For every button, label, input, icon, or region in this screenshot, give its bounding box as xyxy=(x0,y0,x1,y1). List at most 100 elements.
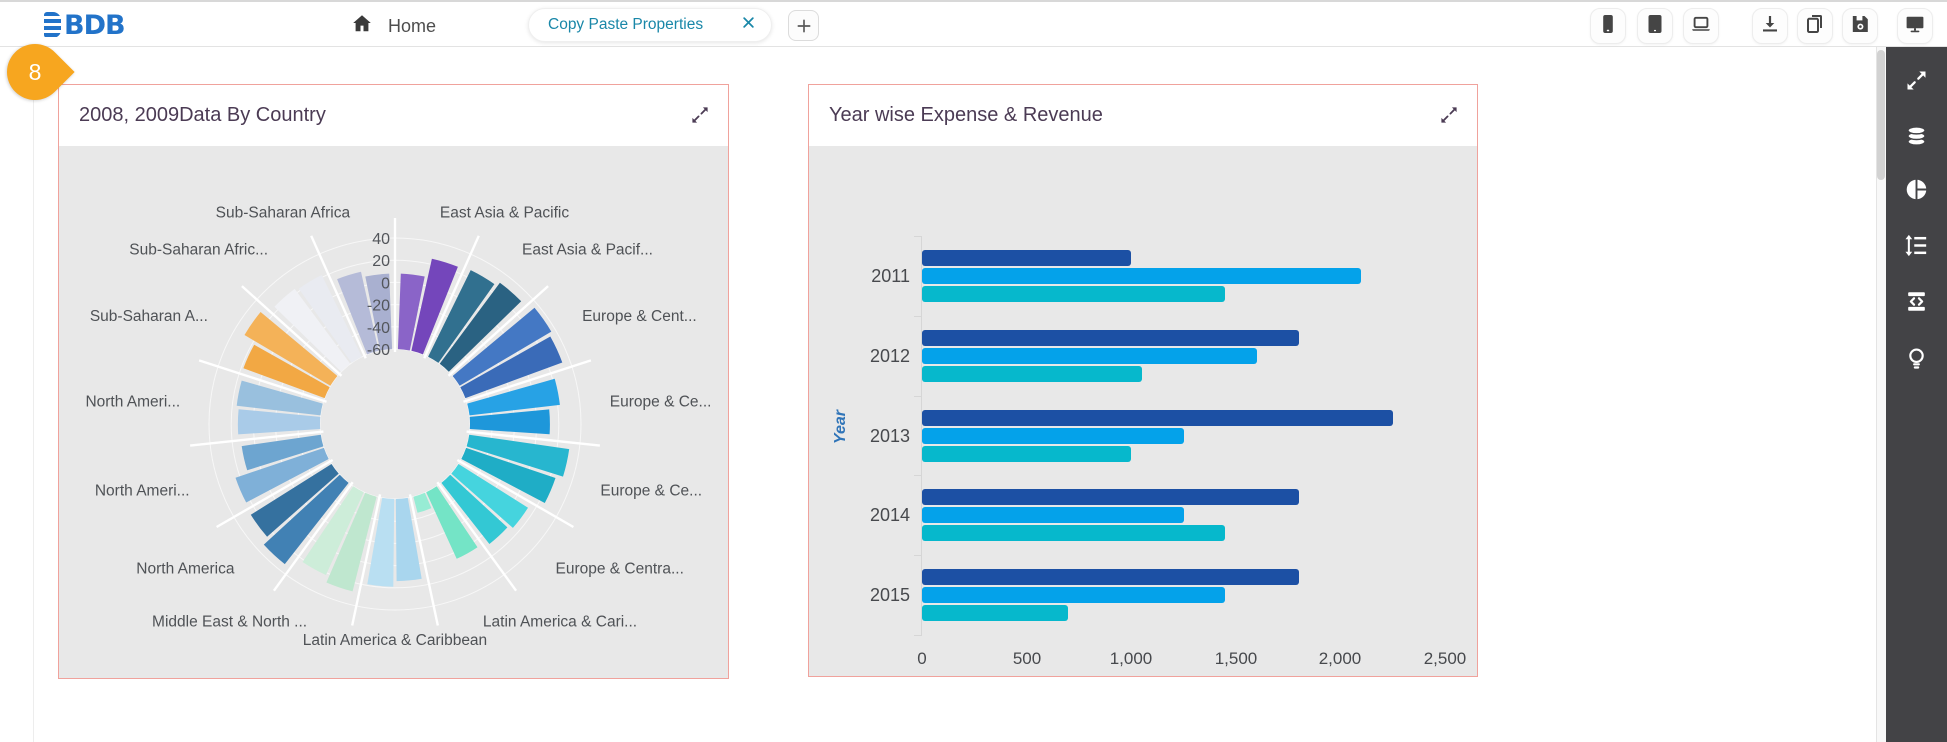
desktop-preview-icon xyxy=(1903,12,1927,41)
bar-x-tick: 2,500 xyxy=(1403,649,1477,669)
rose-category-label: Latin America & Caribbean xyxy=(303,632,487,649)
bar-segment[interactable] xyxy=(922,507,1184,523)
database-icon xyxy=(1903,123,1930,155)
download-button[interactable] xyxy=(1752,8,1788,44)
bar-y-axis-title: Year xyxy=(832,377,850,477)
rose-chart[interactable]: 40 20 0 -20 -40 -60 East Asia & Pacific East As… xyxy=(59,146,728,678)
close-tab-button[interactable] xyxy=(739,13,758,37)
rose-radial-tick: -60 xyxy=(367,342,390,359)
expand-button[interactable] xyxy=(1900,67,1932,99)
bar-segment[interactable] xyxy=(922,286,1225,302)
bar-chart[interactable]: 2011201220132014201505001,0001,5002,0002… xyxy=(809,146,1477,676)
bar-year-label: 2012 xyxy=(848,346,910,367)
bar-segment[interactable] xyxy=(922,587,1225,603)
copy-button[interactable] xyxy=(1797,8,1833,44)
bar-axis-tick xyxy=(914,396,922,397)
bar-x-tick: 2,000 xyxy=(1298,649,1382,669)
bdb-logo-icon xyxy=(44,12,61,38)
rose-chart-area: 40 20 0 -20 -40 -60 East Asia & Pacific East As… xyxy=(59,146,728,678)
code-component-button[interactable] xyxy=(1900,288,1932,320)
rose-category-label: Europe & Cent... xyxy=(582,308,697,325)
bar-segment[interactable] xyxy=(922,489,1299,505)
annotation-badge-number: 8 xyxy=(7,44,63,100)
dashboard-page: BDB Home Copy Paste Properties 8 2008, 2… xyxy=(0,0,1947,742)
rose-category-label: East Asia & Pacif... xyxy=(522,241,653,258)
vertical-scrollbar-thumb[interactable] xyxy=(1877,50,1885,180)
lightbulb-icon xyxy=(1903,345,1930,377)
rose-panel-title: 2008, 2009Data By Country xyxy=(79,85,326,146)
code-component-icon xyxy=(1903,288,1930,320)
rose-chart-panel: 2008, 2009Data By Country 40 20 0 -20 -40 -60… xyxy=(58,84,729,679)
bar-segment[interactable] xyxy=(922,366,1142,382)
rose-category-label: Sub-Saharan A... xyxy=(90,308,208,325)
bar-segment[interactable] xyxy=(922,268,1361,284)
rose-radial-tick: 0 xyxy=(381,275,390,292)
bdb-logo-text: BDB xyxy=(64,10,125,41)
bar-segment[interactable] xyxy=(922,525,1225,541)
lightbulb-button[interactable] xyxy=(1900,345,1932,377)
rose-expand-button[interactable] xyxy=(684,99,716,131)
rose-radial-tick: 40 xyxy=(372,231,390,248)
download-icon xyxy=(1758,12,1782,41)
bar-segment[interactable] xyxy=(922,410,1393,426)
rose-category-label: Europe & Ce... xyxy=(600,483,702,500)
rose-grid-circle xyxy=(320,349,470,499)
bar-segment[interactable] xyxy=(922,330,1299,346)
bar-axis-tick xyxy=(914,555,922,556)
bar-x-tick: 1,000 xyxy=(1089,649,1173,669)
pie-chart-button[interactable] xyxy=(1900,176,1932,208)
dashboard-tab-label: Copy Paste Properties xyxy=(548,16,703,34)
expand-icon xyxy=(1903,67,1930,99)
left-rail-divider xyxy=(33,47,34,742)
rose-radial-tick: 20 xyxy=(372,253,390,270)
bar-axis-tick xyxy=(914,236,922,237)
tablet-preview-icon xyxy=(1643,12,1667,41)
home-icon xyxy=(350,12,374,41)
new-tab-button[interactable] xyxy=(788,10,819,41)
mobile-preview-button[interactable] xyxy=(1590,8,1626,44)
bar-segment[interactable] xyxy=(922,446,1131,462)
bar-year-label: 2014 xyxy=(848,505,910,526)
desktop-preview-button[interactable] xyxy=(1897,8,1933,44)
bar-segment[interactable] xyxy=(922,348,1257,364)
bar-expand-button[interactable] xyxy=(1433,99,1465,131)
bar-panel-title: Year wise Expense & Revenue xyxy=(829,85,1103,146)
bar-segment[interactable] xyxy=(922,250,1131,266)
bar-axis-tick xyxy=(914,475,922,476)
bar-axis-tick xyxy=(914,316,922,317)
rose-panel-header: 2008, 2009Data By Country xyxy=(59,85,728,146)
copy-icon xyxy=(1803,12,1827,41)
rose-category-label: Middle East & North ... xyxy=(152,613,307,630)
rose-category-label: East Asia & Pacific xyxy=(440,205,569,222)
rose-category-label: Europe & Ce... xyxy=(610,393,712,410)
rose-radial-tick: -40 xyxy=(367,320,390,337)
laptop-preview-icon xyxy=(1689,12,1713,41)
mobile-preview-icon xyxy=(1596,12,1620,41)
bar-year-label: 2013 xyxy=(848,426,910,447)
tablet-preview-button[interactable] xyxy=(1637,8,1673,44)
database-button[interactable] xyxy=(1900,123,1932,155)
laptop-preview-button[interactable] xyxy=(1683,8,1719,44)
rose-category-label: Sub-Saharan Afric... xyxy=(129,241,268,258)
bar-x-tick: 500 xyxy=(985,649,1069,669)
line-height-button[interactable] xyxy=(1900,232,1932,264)
save-button[interactable] xyxy=(1842,8,1878,44)
right-tools-sidebar xyxy=(1886,47,1947,742)
bar-chart-area: 2011201220132014201505001,0001,5002,0002… xyxy=(809,146,1477,676)
rose-category-label: North Ameri... xyxy=(95,483,190,500)
dashboard-tab[interactable]: Copy Paste Properties xyxy=(528,8,772,42)
rose-radial-tick: -20 xyxy=(367,298,390,315)
bdb-logo[interactable]: BDB xyxy=(44,9,125,41)
rose-category-label: Latin America & Cari... xyxy=(483,613,637,630)
bar-panel-header: Year wise Expense & Revenue xyxy=(809,85,1477,146)
home-nav[interactable]: Home xyxy=(350,12,436,41)
bar-chart-panel: Year wise Expense & Revenue 201120122013… xyxy=(808,84,1478,677)
bar-x-tick: 1,500 xyxy=(1194,649,1278,669)
bar-segment[interactable] xyxy=(922,605,1068,621)
bar-segment[interactable] xyxy=(922,428,1184,444)
bar-x-tick: 0 xyxy=(880,649,964,669)
bar-axis-tick xyxy=(914,635,922,636)
bar-segment[interactable] xyxy=(922,569,1299,585)
pie-chart-icon xyxy=(1903,176,1930,208)
save-icon xyxy=(1848,12,1872,41)
